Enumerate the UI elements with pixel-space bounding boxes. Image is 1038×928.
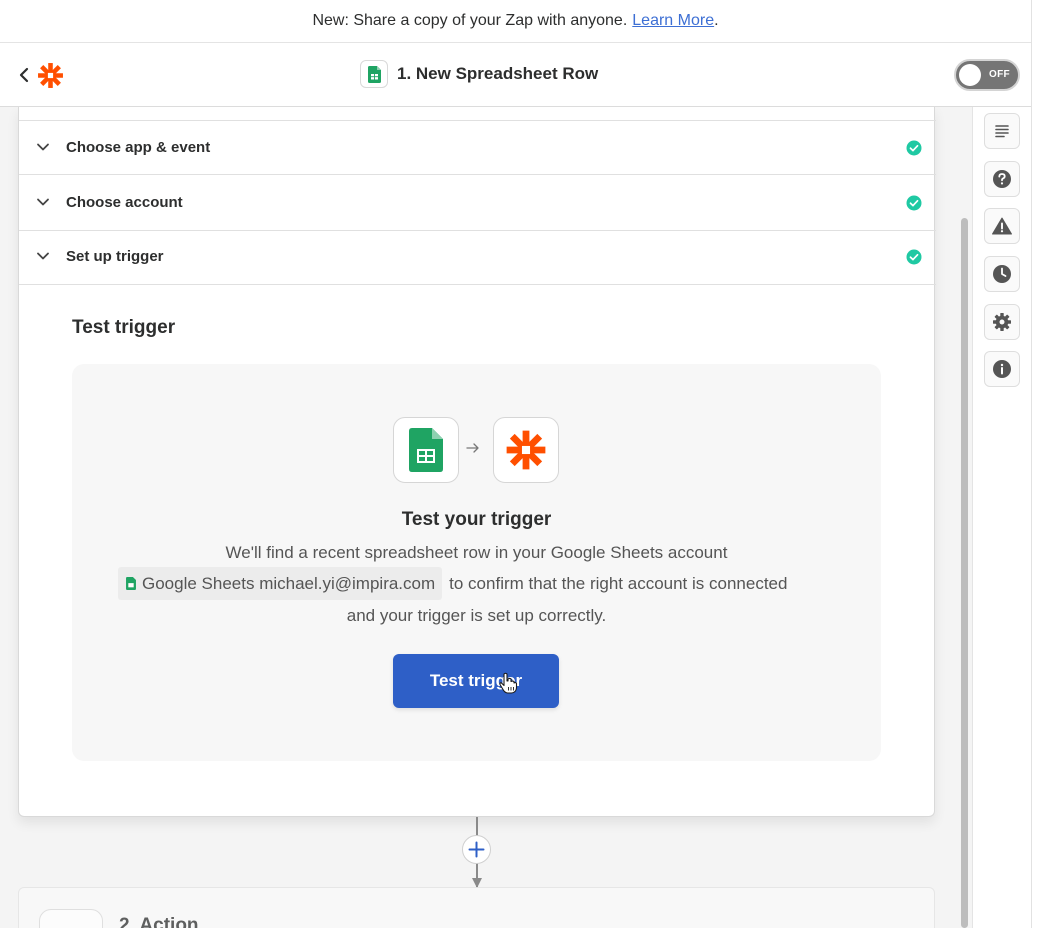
chevron-down-icon	[37, 143, 49, 151]
test-description-line1: We'll find a recent spreadsheet row in y…	[225, 543, 728, 562]
info-button[interactable]	[984, 351, 1020, 387]
details-button[interactable]	[984, 113, 1020, 149]
add-step-button[interactable]	[462, 835, 491, 864]
action-app-icon-placeholder	[39, 909, 103, 928]
trigger-step-card: Choose app & event Choose account Set up…	[18, 107, 936, 817]
history-button[interactable]	[984, 256, 1020, 292]
zap-editor-canvas: Choose app & event Choose account Set up…	[0, 107, 958, 928]
google-sheets-icon	[126, 577, 136, 590]
test-trigger-button[interactable]: Test trigger	[393, 654, 559, 708]
warning-icon	[992, 217, 1012, 235]
check-circle-icon	[906, 140, 922, 156]
warnings-button[interactable]	[984, 208, 1020, 244]
help-button[interactable]	[984, 161, 1020, 197]
page-title: 1. New Spreadsheet Row	[397, 64, 599, 83]
settings-button[interactable]	[984, 304, 1020, 340]
action-step-label: 2. Action	[119, 915, 199, 928]
zap-header: 1. New Spreadsheet Row OFF	[0, 43, 1031, 107]
announcement-banner: New: Share a copy of your Zap with anyon…	[0, 0, 1031, 43]
window-edge	[1031, 0, 1038, 928]
banner-text: New: Share a copy of your Zap with anyon…	[312, 12, 628, 29]
google-sheets-icon	[360, 60, 388, 88]
learn-more-link[interactable]: Learn More	[632, 12, 714, 30]
arrow-right-icon	[466, 443, 479, 453]
toggle-label: OFF	[989, 69, 1010, 80]
step-row-label: Choose app & event	[66, 139, 211, 156]
check-circle-icon	[906, 249, 922, 265]
step-row-choose-account[interactable]: Choose account	[19, 176, 936, 231]
right-sidebar	[972, 107, 1031, 928]
google-sheets-app-icon	[393, 417, 459, 483]
action-step-card[interactable]: 2. Action	[18, 887, 935, 928]
details-icon	[995, 125, 1009, 138]
step-row-choose-app-event[interactable]: Choose app & event	[19, 120, 936, 175]
test-description-line2: Google Sheets michael.yi@impira.com to c…	[118, 567, 787, 600]
scrollbar-thumb[interactable]	[961, 218, 968, 928]
test-description-line3: and your trigger is set up correctly.	[346, 606, 607, 625]
zap-on-off-toggle[interactable]: OFF	[954, 59, 1020, 91]
chevron-down-icon	[37, 252, 49, 260]
account-chip-label: Google Sheets michael.yi@impira.com	[142, 573, 436, 593]
zapier-logo-icon[interactable]	[37, 62, 64, 89]
zapier-app-icon	[493, 417, 559, 483]
check-circle-icon	[906, 195, 922, 211]
step-row-set-up-trigger[interactable]: Set up trigger	[19, 230, 936, 285]
step-row-label: Choose account	[66, 194, 183, 211]
test-description-line2-text: to confirm that the right account is con…	[449, 573, 788, 593]
info-icon	[993, 360, 1011, 378]
test-trigger-panel: Test your trigger We'll find a recent sp…	[72, 364, 881, 761]
test-your-trigger-heading: Test your trigger	[401, 509, 552, 530]
test-trigger-section-title: Test trigger	[72, 317, 176, 338]
history-icon	[993, 265, 1011, 283]
step-row-label: Set up trigger	[66, 248, 164, 265]
chevron-down-icon	[37, 198, 49, 206]
help-icon	[993, 170, 1011, 188]
hand-cursor-icon	[499, 672, 518, 694]
back-chevron-icon[interactable]	[16, 65, 34, 85]
settings-icon	[993, 313, 1011, 331]
banner-suffix: .	[714, 12, 719, 29]
zap-step-title[interactable]: 1. New Spreadsheet Row	[360, 60, 598, 88]
toggle-knob	[959, 64, 981, 86]
account-chip: Google Sheets michael.yi@impira.com	[118, 567, 443, 600]
plus-icon	[468, 841, 485, 858]
